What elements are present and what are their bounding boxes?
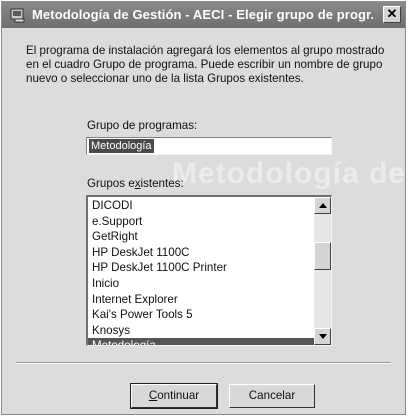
list-item[interactable]: Knosys	[88, 323, 315, 339]
list-item[interactable]: Inicio	[88, 276, 315, 292]
list-item[interactable]: GetRight	[88, 229, 315, 245]
existing-groups-list[interactable]: DICODI e.Support GetRight HP DeskJet 1100C H…	[86, 195, 332, 346]
setup-dialog: Metodología de Gestión - AECI - Elegir g…	[1, 1, 406, 415]
list-item[interactable]: HP DeskJet 1100C Printer	[88, 260, 315, 276]
list-item[interactable]: Kai's Power Tools 5	[88, 307, 315, 323]
scroll-down-button[interactable]	[314, 328, 331, 345]
program-group-value: Metodología	[88, 138, 155, 154]
list-item[interactable]: e.Support	[88, 214, 315, 230]
list-item[interactable]: Internet Explorer	[88, 292, 315, 308]
list-item[interactable]: DICODI	[88, 198, 315, 214]
list-item[interactable]: Metodología	[88, 338, 315, 345]
close-button[interactable]: ✕	[383, 6, 401, 23]
arrow-up-icon	[319, 203, 327, 208]
program-group-input[interactable]: Metodología	[86, 137, 332, 155]
cancel-button[interactable]: Cancelar	[229, 384, 315, 408]
close-icon: ✕	[386, 6, 398, 21]
setup-program-icon	[10, 7, 26, 23]
list-item[interactable]: HP DeskJet 1100C	[88, 245, 315, 261]
existing-groups-label: Grupos existentes:	[87, 177, 184, 190]
title-bar[interactable]: Metodología de Gestión - AECI - Elegir g…	[2, 2, 405, 28]
scroll-thumb[interactable]	[314, 242, 331, 270]
group-field-label: Grupo de programas:	[87, 119, 198, 132]
background-watermark: Metodología de Gest	[172, 157, 406, 190]
arrow-down-icon	[319, 334, 327, 339]
list-scrollbar[interactable]	[314, 197, 331, 345]
list-items: DICODI e.Support GetRight HP DeskJet 1100C H…	[88, 198, 315, 345]
window-title: Metodología de Gestión - AECI - Elegir g…	[32, 7, 373, 22]
instructions-text: El programa de instalación agregará los …	[26, 44, 385, 85]
continue-button[interactable]: Continuar	[130, 383, 218, 409]
scroll-up-button[interactable]	[314, 197, 331, 214]
button-separator	[16, 362, 391, 364]
